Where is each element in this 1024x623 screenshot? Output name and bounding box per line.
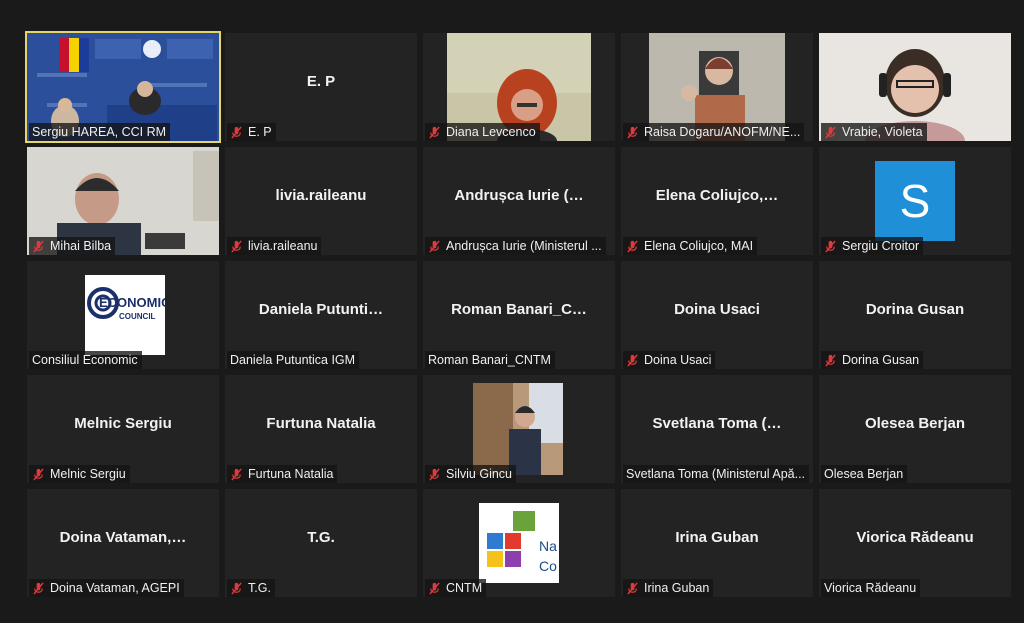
microphone-muted-icon bbox=[429, 581, 440, 595]
participant-tile[interactable]: Viorica Rădeanu Viorica Rădeanu bbox=[819, 489, 1011, 597]
participant-display-name: Doina Vataman,… bbox=[59, 529, 187, 546]
participant-tile[interactable]: Melnic Sergiu Melnic Sergiu bbox=[27, 375, 219, 483]
participant-name-label: Elena Coliujco, MAI bbox=[623, 237, 758, 255]
participant-tile[interactable]: Mihai Bilba bbox=[27, 147, 219, 255]
participant-tile[interactable]: Diana Levcenco bbox=[423, 33, 615, 141]
microphone-muted-icon bbox=[825, 353, 836, 367]
participant-display-name: Viorica Rădeanu bbox=[856, 529, 974, 546]
participant-tile[interactable]: ECONOMIC COUNCIL Consiliul Economic bbox=[27, 261, 219, 369]
participant-name-label: Raisa Dogaru/ANOFM/NE... bbox=[623, 123, 805, 141]
participant-display-name: livia.raileanu bbox=[275, 187, 367, 204]
avatar: S bbox=[875, 161, 955, 241]
participant-display-name: Furtuna Natalia bbox=[266, 415, 376, 432]
participant-display-name: Andrușca Iurie (… bbox=[454, 187, 584, 204]
microphone-muted-icon bbox=[231, 467, 242, 481]
participant-name-label: Dorina Gusan bbox=[821, 351, 924, 369]
microphone-muted-icon bbox=[231, 581, 242, 595]
participant-name-label: Doina Usaci bbox=[623, 351, 716, 369]
participant-display-name: Olesea Berjan bbox=[864, 415, 966, 432]
participant-tile[interactable]: S Sergiu Croitor bbox=[819, 147, 1011, 255]
gallery-grid: Sergiu HAREA, CCI RM E. P E. P Diana Lev… bbox=[25, 31, 1011, 597]
participant-name-label: Furtuna Natalia bbox=[227, 465, 338, 483]
participant-name-label: Viorica Rădeanu bbox=[821, 579, 921, 597]
logo-text: Na bbox=[539, 538, 557, 554]
participant-tile[interactable]: Svetlana Toma (… Svetlana Toma (Minister… bbox=[621, 375, 813, 483]
participant-display-name: E. P bbox=[306, 73, 336, 90]
participant-display-name: Daniela Putunti… bbox=[258, 301, 384, 318]
economic-council-logo-icon: ECONOMIC COUNCIL bbox=[87, 287, 171, 321]
participant-tile[interactable]: Dorina Gusan Dorina Gusan bbox=[819, 261, 1011, 369]
participant-tile[interactable]: Elena Coliujco,… Elena Coliujco, MAI bbox=[621, 147, 813, 255]
participant-tile[interactable]: Doina Usaci Doina Usaci bbox=[621, 261, 813, 369]
participant-tile[interactable]: Raisa Dogaru/ANOFM/NE... bbox=[621, 33, 813, 141]
participant-tile[interactable]: T.G. T.G. bbox=[225, 489, 417, 597]
participant-tile[interactable]: Olesea Berjan Olesea Berjan bbox=[819, 375, 1011, 483]
participant-display-name: Melnic Sergiu bbox=[74, 415, 172, 432]
logo-text: ECONOMIC bbox=[99, 295, 165, 310]
participant-display-name: Dorina Gusan bbox=[865, 301, 965, 318]
participant-name-label: Vrabie, Violeta bbox=[821, 123, 927, 141]
microphone-muted-icon bbox=[231, 125, 242, 139]
participant-display-name: Irina Guban bbox=[675, 529, 759, 546]
profile-photo bbox=[473, 383, 563, 475]
participant-name-label: Svetlana Toma (Ministerul Apă... bbox=[623, 465, 810, 483]
participant-display-name: Doina Usaci bbox=[674, 301, 760, 318]
participant-tile[interactable]: E. P E. P bbox=[225, 33, 417, 141]
participant-display-name: Elena Coliujco,… bbox=[655, 187, 779, 204]
participant-name-label: Sergiu HAREA, CCI RM bbox=[29, 123, 171, 141]
participant-display-name: Svetlana Toma (… bbox=[652, 415, 782, 432]
participant-name-label: Sergiu Croitor bbox=[821, 237, 924, 255]
organization-logo: Na Co bbox=[479, 503, 559, 583]
participant-name-label: E. P bbox=[227, 123, 276, 141]
logo-subtext: COUNCIL bbox=[119, 312, 156, 321]
participant-name-label: livia.raileanu bbox=[227, 237, 322, 255]
participant-tile[interactable]: Irina Guban Irina Guban bbox=[621, 489, 813, 597]
microphone-muted-icon bbox=[33, 581, 44, 595]
participant-name-label: Silviu Gincu bbox=[425, 465, 516, 483]
participant-name-label: Mihai Bilba bbox=[29, 237, 116, 255]
participant-name-label: Melnic Sergiu bbox=[29, 465, 130, 483]
participant-display-name: T.G. bbox=[307, 529, 335, 546]
microphone-muted-icon bbox=[33, 239, 44, 253]
microphone-muted-icon bbox=[825, 239, 836, 253]
participant-name-label: Consiliul Economic bbox=[29, 351, 142, 369]
participant-name-label: T.G. bbox=[227, 579, 275, 597]
participant-name-label: Olesea Berjan bbox=[821, 465, 908, 483]
microphone-muted-icon bbox=[429, 467, 440, 481]
participant-name-label: Daniela Putuntica IGM bbox=[227, 351, 360, 369]
microphone-muted-icon bbox=[429, 125, 440, 139]
participant-tile[interactable]: livia.raileanu livia.raileanu bbox=[225, 147, 417, 255]
microphone-muted-icon bbox=[33, 467, 44, 481]
microphone-muted-icon bbox=[825, 125, 836, 139]
participant-tile[interactable]: Furtuna Natalia Furtuna Natalia bbox=[225, 375, 417, 483]
organization-logo: ECONOMIC COUNCIL bbox=[85, 275, 171, 355]
participant-display-name: Roman Banari_C… bbox=[451, 301, 587, 318]
microphone-muted-icon bbox=[627, 239, 638, 253]
participant-tile[interactable]: Andrușca Iurie (… Andrușca Iurie (Minist… bbox=[423, 147, 615, 255]
participant-name-label: Irina Guban bbox=[623, 579, 714, 597]
participant-name-label: Roman Banari_CNTM bbox=[425, 351, 555, 369]
participant-tile[interactable]: Roman Banari_C… Roman Banari_CNTM bbox=[423, 261, 615, 369]
participant-tile[interactable]: Doina Vataman,… Doina Vataman, AGEPI bbox=[27, 489, 219, 597]
participant-tile[interactable]: Na Co CNTM bbox=[423, 489, 615, 597]
participant-tile[interactable]: Daniela Putunti… Daniela Putuntica IGM bbox=[225, 261, 417, 369]
puzzle-logo-icon: Na Co bbox=[487, 511, 557, 574]
participant-tile[interactable]: Sergiu HAREA, CCI RM bbox=[25, 31, 221, 143]
microphone-muted-icon bbox=[627, 125, 638, 139]
microphone-muted-icon bbox=[627, 581, 638, 595]
participant-name-label: Andrușca Iurie (Ministerul ... bbox=[425, 237, 606, 255]
participant-name-label: Doina Vataman, AGEPI bbox=[29, 579, 184, 597]
participant-tile[interactable]: Vrabie, Violeta bbox=[819, 33, 1011, 141]
participant-tile[interactable]: Silviu Gincu bbox=[423, 375, 615, 483]
microphone-muted-icon bbox=[627, 353, 638, 367]
participant-name-label: Diana Levcenco bbox=[425, 123, 540, 141]
microphone-muted-icon bbox=[429, 239, 440, 253]
logo-subtext: Co bbox=[539, 558, 557, 574]
microphone-muted-icon bbox=[231, 239, 242, 253]
participant-name-label: CNTM bbox=[425, 579, 487, 597]
